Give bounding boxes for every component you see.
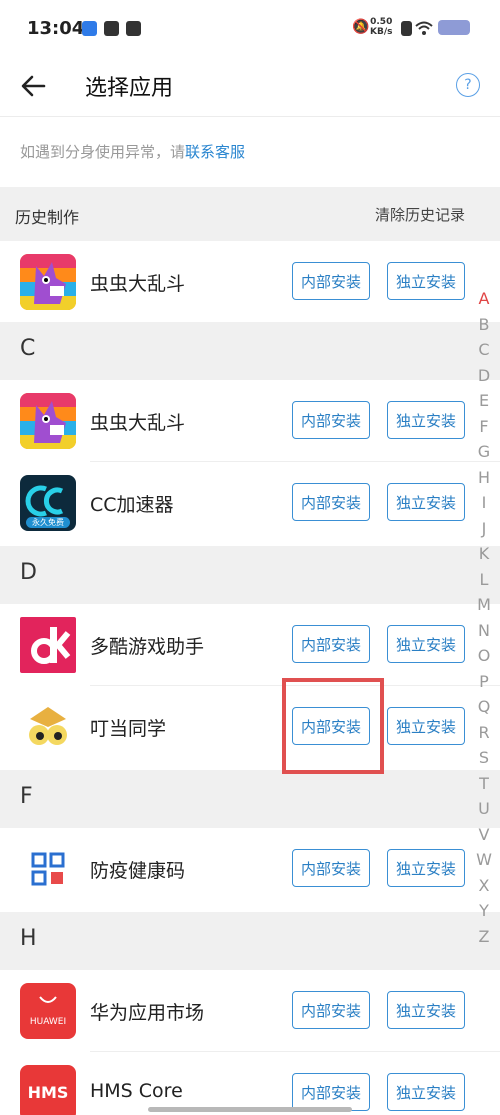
index-letter-h[interactable]: H bbox=[474, 468, 494, 487]
index-letter-k[interactable]: K bbox=[474, 544, 494, 563]
index-letter-b[interactable]: B bbox=[474, 315, 494, 334]
status-bar: 13:04 🔕 0.50 KB/s bbox=[0, 0, 500, 58]
highlight-box bbox=[282, 678, 384, 774]
list-item[interactable]: HUAWEI 华为应用市场 内部安装 独立安装 bbox=[0, 970, 500, 1052]
internal-install-button[interactable]: 内部安装 bbox=[292, 991, 370, 1029]
icon-text: HMS bbox=[27, 1083, 69, 1102]
section-letter: C bbox=[20, 336, 36, 361]
section-header-h: H bbox=[0, 912, 500, 970]
internal-install-button[interactable]: 内部安装 bbox=[292, 401, 370, 439]
internal-install-button[interactable]: 内部安装 bbox=[292, 262, 370, 300]
index-letter-r[interactable]: R bbox=[474, 723, 494, 742]
independent-install-button[interactable]: 独立安装 bbox=[387, 1073, 465, 1111]
notification-icon bbox=[82, 21, 97, 36]
list-item[interactable]: 防疫健康码 内部安装 独立安装 bbox=[0, 828, 500, 910]
duoku-app-icon bbox=[20, 617, 76, 673]
app-name: 华为应用市场 bbox=[90, 1002, 205, 1024]
app-name: 防疫健康码 bbox=[90, 860, 186, 882]
index-letter-a[interactable]: A bbox=[474, 289, 494, 308]
independent-install-button[interactable]: 独立安装 bbox=[387, 991, 465, 1029]
network-speed: 0.50 KB/s bbox=[370, 17, 393, 37]
section-header-c: C bbox=[0, 322, 500, 380]
app-name: 多酷游戏助手 bbox=[90, 636, 205, 658]
index-letter-t[interactable]: T bbox=[474, 774, 494, 793]
help-icon[interactable]: ? bbox=[456, 73, 480, 97]
back-arrow-icon[interactable] bbox=[18, 70, 50, 102]
notification-icon bbox=[126, 21, 141, 36]
internal-install-button[interactable]: 内部安装 bbox=[292, 625, 370, 663]
list-item[interactable]: 虫虫大乱斗 内部安装 独立安装 bbox=[0, 241, 500, 323]
chongchong-app-icon bbox=[20, 254, 76, 310]
app-name: 叮当同学 bbox=[90, 718, 167, 740]
index-letter-x[interactable]: X bbox=[474, 876, 494, 895]
page-title: 选择应用 bbox=[85, 76, 174, 101]
index-letter-g[interactable]: G bbox=[474, 442, 494, 461]
index-letter-f[interactable]: F bbox=[474, 417, 494, 436]
section-letter: D bbox=[20, 560, 37, 585]
cc-accelerator-app-icon: 永久免费 bbox=[20, 475, 76, 531]
wifi-icon bbox=[415, 21, 433, 35]
independent-install-button[interactable]: 独立安装 bbox=[387, 483, 465, 521]
index-letter-j[interactable]: J bbox=[474, 519, 494, 538]
index-letter-z[interactable]: Z bbox=[474, 927, 494, 946]
app-bar: 选择应用 ? bbox=[0, 58, 500, 117]
app-name: HMS Core bbox=[90, 1080, 183, 1102]
history-title: 历史制作 bbox=[15, 208, 80, 227]
section-header-f: F bbox=[0, 770, 500, 828]
index-letter-w[interactable]: W bbox=[474, 850, 494, 869]
index-letter-p[interactable]: P bbox=[474, 672, 494, 691]
index-letter-d[interactable]: D bbox=[474, 366, 494, 385]
notification-icon bbox=[104, 21, 119, 36]
chongchong-app-icon bbox=[20, 393, 76, 449]
list-item[interactable]: HMS HMS Core 内部安装 独立安装 bbox=[0, 1052, 500, 1115]
list-item[interactable]: 多酷游戏助手 内部安装 独立安装 bbox=[0, 604, 500, 686]
index-letter-v[interactable]: V bbox=[474, 825, 494, 844]
index-letter-q[interactable]: Q bbox=[474, 697, 494, 716]
index-letter-o[interactable]: O bbox=[474, 646, 494, 665]
index-letter-i[interactable]: I bbox=[474, 493, 494, 512]
list-item[interactable]: 永久免费 CC加速器 内部安装 独立安装 bbox=[0, 462, 500, 544]
independent-install-button[interactable]: 独立安装 bbox=[387, 625, 465, 663]
history-header: 历史制作 清除历史记录 bbox=[0, 187, 500, 241]
icon-badge: 永久免费 bbox=[26, 517, 70, 528]
hms-core-icon: HMS bbox=[20, 1065, 76, 1115]
app-name: 虫虫大乱斗 bbox=[90, 412, 186, 434]
section-header-d: D bbox=[0, 546, 500, 604]
index-letter-c[interactable]: C bbox=[474, 340, 494, 359]
notice-text: 如遇到分身使用异常，请联系客服 bbox=[20, 143, 246, 161]
section-letter: F bbox=[20, 784, 33, 809]
index-letter-n[interactable]: N bbox=[474, 621, 494, 640]
independent-install-button[interactable]: 独立安装 bbox=[387, 707, 465, 745]
app-name: 虫虫大乱斗 bbox=[90, 273, 186, 295]
index-letter-u[interactable]: U bbox=[474, 799, 494, 818]
sim-icon bbox=[401, 21, 412, 36]
internal-install-button[interactable]: 内部安装 bbox=[292, 849, 370, 887]
battery-icon bbox=[438, 20, 470, 35]
app-name: CC加速器 bbox=[90, 494, 174, 516]
clear-history-button[interactable]: 清除历史记录 bbox=[375, 204, 465, 225]
status-time: 13:04 bbox=[27, 18, 85, 39]
index-letter-l[interactable]: L bbox=[474, 570, 494, 589]
index-letter-m[interactable]: M bbox=[474, 595, 494, 614]
list-item[interactable]: 虫虫大乱斗 内部安装 独立安装 bbox=[0, 380, 500, 462]
index-letter-s[interactable]: S bbox=[474, 748, 494, 767]
internal-install-button[interactable]: 内部安装 bbox=[292, 483, 370, 521]
contact-service-link[interactable]: 联系客服 bbox=[185, 143, 245, 161]
home-indicator bbox=[148, 1107, 352, 1112]
index-letter-e[interactable]: E bbox=[474, 391, 494, 410]
internal-install-button[interactable]: 内部安装 bbox=[292, 1073, 370, 1111]
notice-bar: 如遇到分身使用异常，请联系客服 bbox=[0, 117, 500, 187]
huawei-appgallery-icon: HUAWEI bbox=[20, 983, 76, 1039]
independent-install-button[interactable]: 独立安装 bbox=[387, 262, 465, 300]
mute-icon: 🔕 bbox=[352, 19, 370, 35]
health-code-app-icon bbox=[20, 841, 76, 897]
icon-text: HUAWEI bbox=[29, 1017, 67, 1027]
independent-install-button[interactable]: 独立安装 bbox=[387, 401, 465, 439]
dingdang-app-icon bbox=[20, 699, 76, 755]
section-letter: H bbox=[20, 926, 37, 951]
independent-install-button[interactable]: 独立安装 bbox=[387, 849, 465, 887]
list-item[interactable]: 叮当同学 内部安装 独立安装 bbox=[0, 686, 500, 768]
index-letter-y[interactable]: Y bbox=[474, 901, 494, 920]
